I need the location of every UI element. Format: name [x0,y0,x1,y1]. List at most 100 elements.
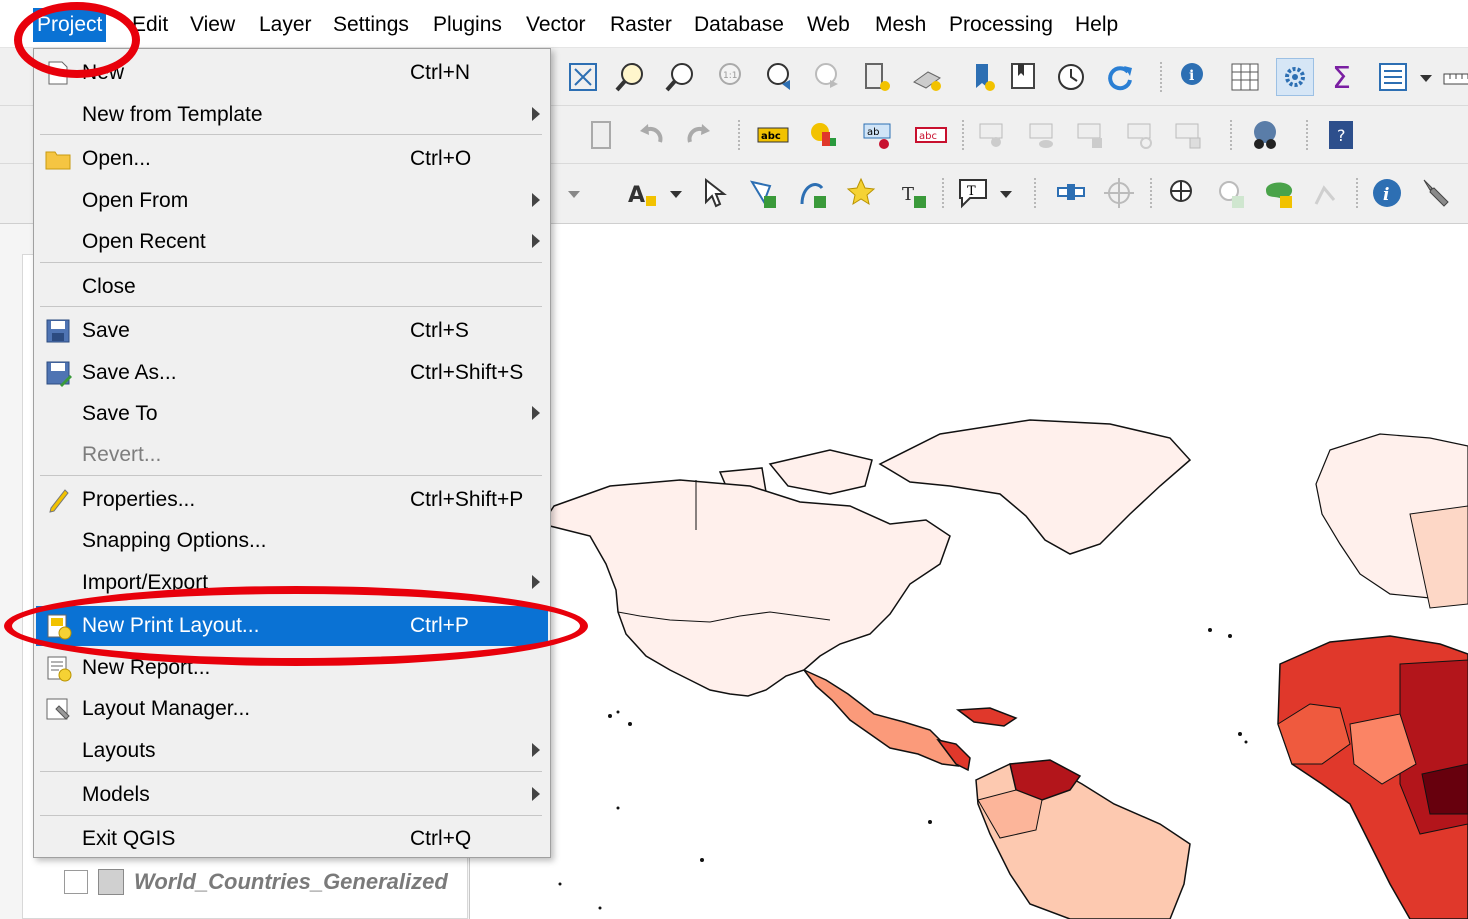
pin-labels-icon[interactable]: ab [862,118,896,152]
toolbar-separator [1034,178,1036,208]
menu-item-new[interactable]: New Ctrl+N [36,53,548,93]
menu-bar: Project Edit View Layer Settings Plugins… [0,0,1468,48]
vertex-tool-icon[interactable] [1054,176,1088,210]
submenu-arrow-icon [532,406,540,420]
zoom-next-icon[interactable] [810,60,844,94]
dropdown-arrow-icon[interactable] [996,176,1016,210]
menu-item-save-as[interactable]: Save As... Ctrl+Shift+S [36,353,548,393]
label-properties-icon[interactable] [1172,118,1206,152]
layer-labeling-icon[interactable]: abc [756,118,790,152]
new-3d-map-icon[interactable] [910,60,944,94]
menu-item-open-recent[interactable]: Open Recent [36,222,548,262]
add-polygon-icon[interactable] [746,176,780,210]
menu-item-properties[interactable]: Properties... Ctrl+Shift+P [36,480,548,520]
menu-item-new-from-template[interactable]: New from Template [36,95,548,135]
map-north-america [540,479,951,697]
menu-item-models[interactable]: Models [36,775,548,815]
svg-text:?: ? [1337,126,1346,145]
menu-view[interactable]: View [186,8,239,42]
globe-binoculars-icon[interactable] [1248,118,1282,152]
menu-layer[interactable]: Layer [255,8,316,42]
menu-web[interactable]: Web [803,8,854,42]
add-part-icon[interactable] [1214,176,1248,210]
layer-diagram-icon[interactable] [806,118,840,152]
new-map-view-icon[interactable] [860,60,894,94]
change-label-icon[interactable] [1124,118,1158,152]
map-mexico [803,669,960,767]
zoom-last-icon[interactable] [762,60,796,94]
menu-project[interactable]: Project [33,8,107,42]
menu-plugins[interactable]: Plugins [429,8,506,42]
identify-features-icon[interactable]: i [1178,60,1212,94]
menu-processing[interactable]: Processing [945,8,1057,42]
add-point-text-icon[interactable]: T [896,176,930,210]
menu-database[interactable]: Database [690,8,788,42]
undo-icon[interactable] [634,118,668,152]
rotate-label-icon[interactable] [1074,118,1108,152]
menu-item-open[interactable]: Open... Ctrl+O [36,139,548,179]
show-bookmarks-icon[interactable] [1006,60,1040,94]
add-ring-icon[interactable] [1166,176,1200,210]
menu-vector[interactable]: Vector [522,8,590,42]
menu-raster[interactable]: Raster [606,8,676,42]
menu-item-layout-manager[interactable]: Layout Manager... [36,689,548,729]
zoom-in-icon[interactable] [614,60,648,94]
toolbar-separator [738,120,740,150]
menu-mesh[interactable]: Mesh [871,8,930,42]
menu-separator [40,815,542,816]
menu-edit[interactable]: Edit [128,8,172,42]
highlight-labels-icon[interactable]: abc [914,118,948,152]
zoom-out-icon[interactable] [664,60,698,94]
fill-ring-icon[interactable] [1262,176,1296,210]
digitize-crosshair-icon[interactable] [1102,176,1136,210]
menu-help[interactable]: Help [1071,8,1122,42]
refresh-icon[interactable] [1102,60,1136,94]
submenu-arrow-icon [532,743,540,757]
menu-item-new-report[interactable]: New Report... [36,648,548,688]
simplify-feature-icon[interactable] [1310,176,1344,210]
dropdown-arrow-icon[interactable] [666,176,686,210]
menu-item-open-from[interactable]: Open From [36,181,548,221]
annotation-text-icon[interactable]: A [626,176,660,210]
menu-item-exit-qgis[interactable]: Exit QGIS Ctrl+Q [36,819,548,859]
add-line-icon[interactable] [796,176,830,210]
map-canvas[interactable] [470,224,1468,919]
toolbar-separator [1356,178,1358,208]
menu-item-snapping-options[interactable]: Snapping Options... [36,521,548,561]
select-annotation-icon[interactable] [698,176,732,210]
svg-text:A: A [628,183,645,208]
menu-item-new-print-layout[interactable]: New Print Layout... Ctrl+P [36,606,548,646]
zoom-native-icon[interactable]: 1:1 [712,60,746,94]
move-label-icon[interactable] [976,118,1010,152]
add-marker-icon[interactable] [846,176,880,210]
dropdown-arrow-icon[interactable] [560,176,590,210]
menu-item-layouts[interactable]: Layouts [36,731,548,771]
save-as-icon [44,359,72,387]
text-annotation-icon[interactable]: T [956,176,990,210]
show-hide-labels-icon[interactable] [1026,118,1060,152]
paste-features-icon[interactable] [584,118,618,152]
properties-pencil-icon [44,486,72,514]
help-book-icon[interactable]: ? [1324,118,1358,152]
layer-visibility-checkbox[interactable] [64,870,88,894]
wrench-icon[interactable] [1418,176,1452,210]
menu-separator [40,262,542,263]
attribute-table-icon[interactable] [1228,60,1262,94]
svg-text:T: T [902,184,914,205]
layer-row[interactable]: World_Countries_Generalized [64,868,448,896]
info-icon[interactable]: i [1370,176,1404,210]
new-bookmark-icon[interactable] [966,60,1000,94]
redo-icon[interactable] [682,118,716,152]
measure-ruler-icon[interactable] [1442,60,1468,94]
dropdown-arrow-icon[interactable] [1416,60,1436,94]
menu-item-import-export[interactable]: Import/Export [36,563,548,603]
menu-item-save[interactable]: Save Ctrl+S [36,311,548,351]
menu-item-save-to[interactable]: Save To [36,394,548,434]
open-table-icon[interactable] [1376,60,1410,94]
temporal-controller-icon[interactable] [1054,60,1088,94]
menu-item-close[interactable]: Close [36,267,548,307]
zoom-full-icon[interactable] [566,60,600,94]
settings-gear-icon[interactable] [1276,58,1314,96]
menu-settings[interactable]: Settings [329,8,413,42]
statistics-sigma-icon[interactable]: Σ [1326,60,1360,94]
